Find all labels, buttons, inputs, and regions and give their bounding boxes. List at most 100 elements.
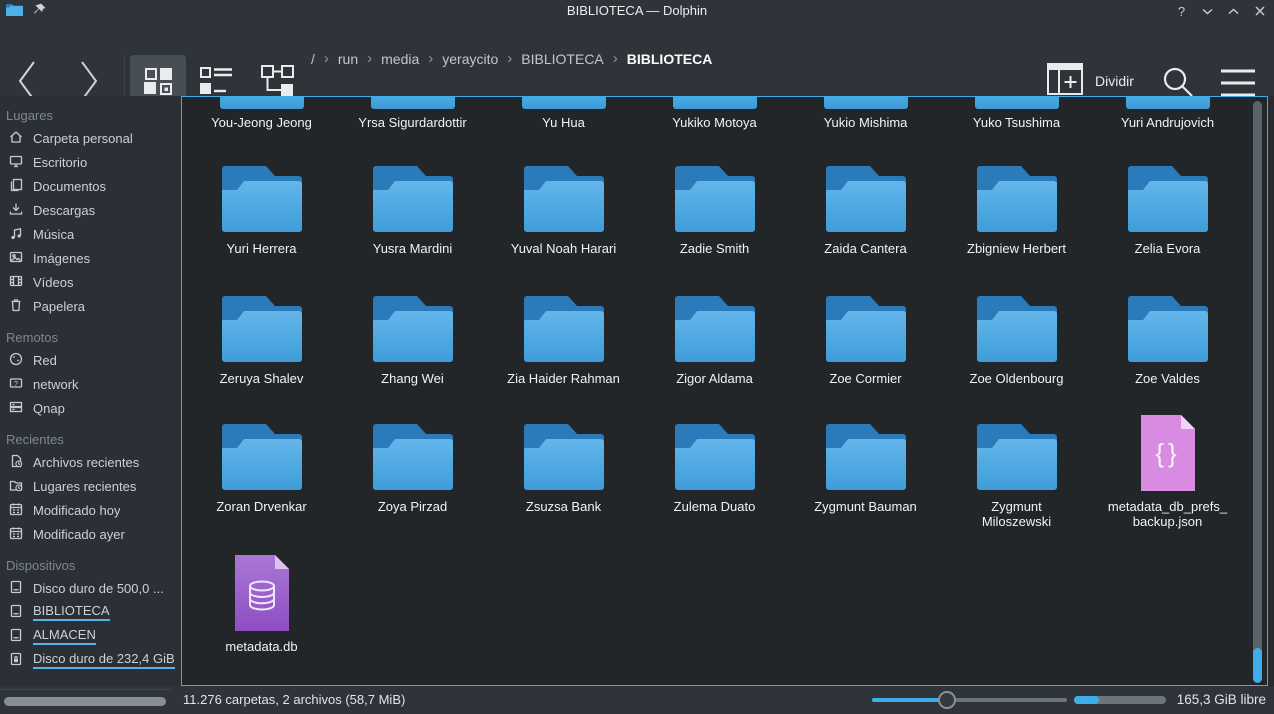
sidebar-item-papelera[interactable]: Papelera: [0, 294, 181, 318]
sidebar-item-escritorio[interactable]: Escritorio: [0, 150, 181, 174]
breadcrumb-separator-icon: ›: [428, 52, 433, 66]
sidebar-item-label: Descargas: [33, 203, 95, 218]
breadcrumb-item[interactable]: media: [381, 51, 419, 67]
file-item[interactable]: {} metadata_db_prefs_backup.json: [1092, 415, 1243, 529]
sidebar-item-v-deos[interactable]: Vídeos: [0, 270, 181, 294]
folder-item[interactable]: Yu Hua: [488, 97, 639, 130]
folder-item[interactable]: Zhang Wei: [337, 287, 488, 386]
sidebar-item-lugares-recientes[interactable]: Lugares recientes: [0, 474, 181, 498]
folder-icon: [974, 415, 1060, 493]
item-label: Yu Hua: [542, 115, 585, 130]
folder-item[interactable]: You-Jeong Jeong: [186, 97, 337, 130]
sidebar-item-archivos-recientes[interactable]: Archivos recientes: [0, 450, 181, 474]
item-label: metadata_db_prefs_backup.json: [1107, 499, 1229, 529]
sidebar-item-label: Vídeos: [33, 275, 73, 290]
folder-item[interactable]: Yuri Herrera: [186, 157, 337, 256]
home-icon: [8, 129, 24, 148]
sidebar-item-modificado-hoy[interactable]: Modificado hoy: [0, 498, 181, 522]
folder-item[interactable]: Yukio Mishima: [790, 97, 941, 130]
breadcrumb-item[interactable]: BIBLIOTECA: [627, 51, 713, 67]
item-label: Zoe Cormier: [829, 371, 901, 386]
folder-item[interactable]: Zoya Pirzad: [337, 415, 488, 529]
breadcrumb-item[interactable]: BIBLIOTECA: [521, 51, 603, 67]
sidebar-item-label: Música: [33, 227, 74, 242]
sidebar-item-disco-duro-de-500-0[interactable]: Disco duro de 500,0 ...: [0, 576, 181, 600]
grid-row: Zeruya Shalev Zhang Wei Zia Haider Rahma…: [186, 287, 1243, 386]
sidebar-item-disco-duro-de-232-4-gib[interactable]: Disco duro de 232,4 GiB: [0, 648, 181, 672]
split-view-button[interactable]: Dividir: [1046, 62, 1134, 99]
breadcrumb-item[interactable]: run: [338, 51, 358, 67]
folder-item[interactable]: Yukiko Motoya: [639, 97, 790, 130]
sidebar-item-biblioteca[interactable]: BIBLIOTECA: [0, 600, 181, 624]
folder-item[interactable]: Zygmunt Miloszewski: [941, 415, 1092, 529]
vertical-scrollbar-track[interactable]: [1253, 101, 1262, 671]
folder-item[interactable]: Yuval Noah Harari: [488, 157, 639, 256]
database-file-icon: [231, 555, 293, 633]
help-button[interactable]: ?: [1175, 3, 1188, 19]
sidebar-item-label: Papelera: [33, 299, 85, 314]
folder-item[interactable]: Yuri Andrujovich: [1092, 97, 1243, 130]
item-label: Zaida Cantera: [824, 241, 906, 256]
folder-item[interactable]: Zoe Cormier: [790, 287, 941, 386]
folder-item[interactable]: Zygmunt Bauman: [790, 415, 941, 529]
vertical-scrollbar-thumb[interactable]: [1253, 648, 1262, 683]
folder-clock-icon: [8, 477, 24, 496]
sidebar-item-modificado-ayer[interactable]: Modificado ayer: [0, 522, 181, 546]
folder-item[interactable]: Zbigniew Herbert: [941, 157, 1092, 256]
sidebar-item-qnap[interactable]: Qnap: [0, 396, 181, 420]
sidebar-section-header: Remotos: [0, 328, 181, 348]
minimize-button[interactable]: [1201, 3, 1214, 19]
folder-item[interactable]: Zoe Oldenbourg: [941, 287, 1092, 386]
item-label: Zygmunt Miloszewski: [956, 499, 1078, 529]
server-icon: [8, 399, 24, 418]
folder-icon-partial: [1126, 97, 1210, 109]
folder-item[interactable]: Yuko Tsushima: [941, 97, 1092, 130]
zoom-slider-handle[interactable]: [938, 691, 956, 709]
folder-item[interactable]: Yrsa Sigurdardottir: [337, 97, 488, 130]
sidebar-item-carpeta-personal[interactable]: Carpeta personal: [0, 126, 181, 150]
sidebar-horizontal-scrollbar[interactable]: [4, 697, 166, 706]
sidebar-item-network[interactable]: ?network: [0, 372, 181, 396]
item-label: Yusra Mardini: [373, 241, 452, 256]
grid-row: metadata.db: [186, 555, 1243, 654]
places-panel: LugaresCarpeta personalEscritorioDocumen…: [0, 96, 181, 686]
sidebar-item-documentos[interactable]: Documentos: [0, 174, 181, 198]
folder-item[interactable]: Zaida Cantera: [790, 157, 941, 256]
item-label: Yuko Tsushima: [973, 115, 1060, 130]
sidebar-item-label: Imágenes: [33, 251, 90, 266]
breadcrumb-item[interactable]: /: [311, 51, 315, 67]
folder-item[interactable]: Zulema Duato: [639, 415, 790, 529]
folder-icon: [521, 157, 607, 235]
breadcrumb-item[interactable]: yeraycito: [442, 51, 498, 67]
item-label: Zoya Pirzad: [378, 499, 447, 514]
free-space-label: 165,3 GiB libre: [1177, 686, 1266, 714]
desktop-icon: [8, 153, 24, 172]
folder-icon: [672, 415, 758, 493]
json-file-icon: {}: [1137, 415, 1199, 493]
folder-item[interactable]: Zelia Evora: [1092, 157, 1243, 256]
folder-item[interactable]: Zoe Valdes: [1092, 287, 1243, 386]
sidebar-item-label: Red: [33, 353, 57, 368]
close-button[interactable]: [1253, 3, 1266, 19]
file-item[interactable]: metadata.db: [186, 555, 337, 654]
folder-item[interactable]: Zoran Drvenkar: [186, 415, 337, 529]
folder-icon-partial: [371, 97, 455, 109]
maximize-button[interactable]: [1227, 3, 1240, 19]
folder-item[interactable]: Zia Haider Rahman: [488, 287, 639, 386]
folder-item[interactable]: Zigor Aldama: [639, 287, 790, 386]
folder-item[interactable]: Zeruya Shalev: [186, 287, 337, 386]
drive-icon: [8, 627, 24, 646]
folder-item[interactable]: Zsuzsa Bank: [488, 415, 639, 529]
folder-item[interactable]: Yusra Mardini: [337, 157, 488, 256]
folder-icon: [1125, 157, 1211, 235]
breadcrumb-separator-icon: ›: [613, 52, 618, 66]
sidebar-item-label: Documentos: [33, 179, 106, 194]
sidebar-item-almacen[interactable]: ALMACEN: [0, 624, 181, 648]
sidebar-item-descargas[interactable]: Descargas: [0, 198, 181, 222]
folder-item[interactable]: Zadie Smith: [639, 157, 790, 256]
folder-view[interactable]: You-Jeong JeongYrsa Sigurdardottir Yu Hua…: [181, 96, 1268, 686]
sidebar-item-im-genes[interactable]: Imágenes: [0, 246, 181, 270]
sidebar-item-m-sica[interactable]: Música: [0, 222, 181, 246]
drive-icon: [8, 603, 24, 622]
sidebar-item-red[interactable]: Red: [0, 348, 181, 372]
